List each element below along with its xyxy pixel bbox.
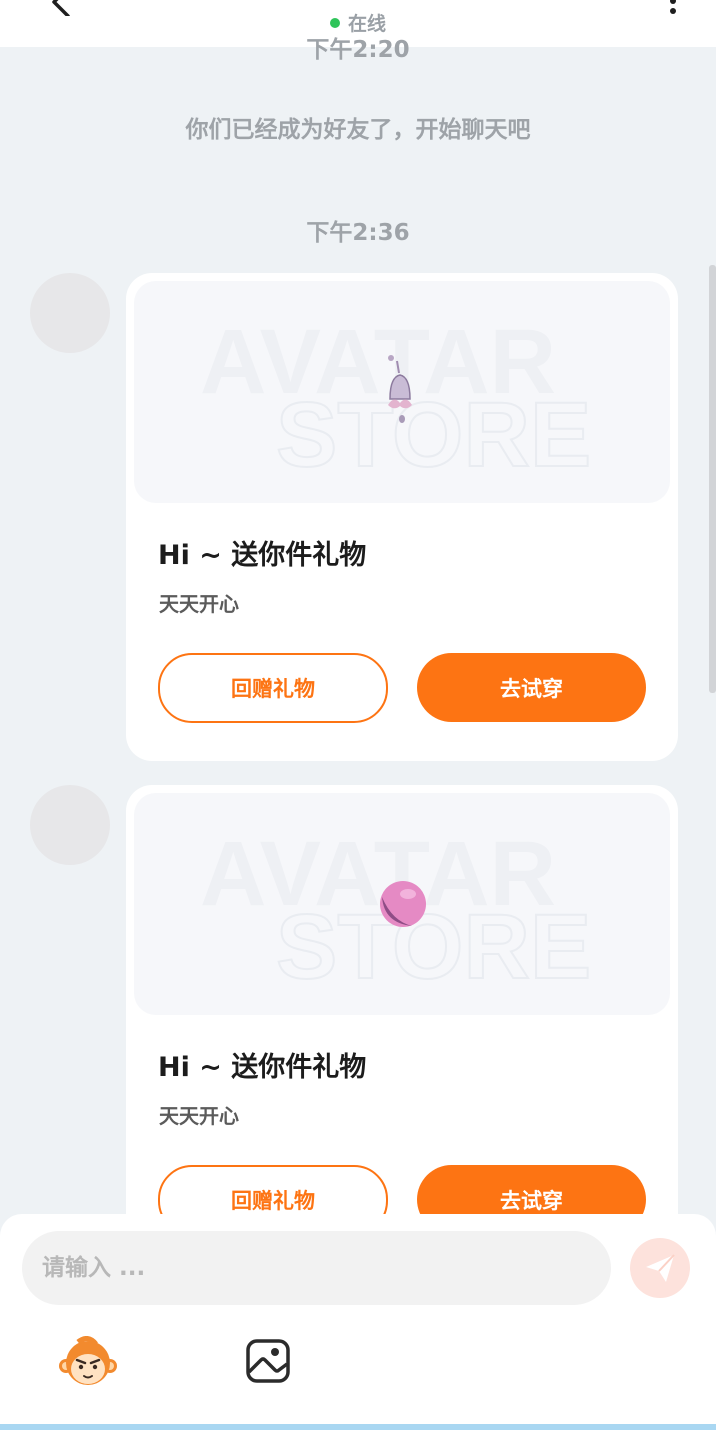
card-title: Hi ~ 送你件礼物 [158,1052,367,1083]
pink-ball-icon [380,881,426,927]
avatar[interactable] [30,273,110,353]
online-dot-icon [329,17,340,28]
card-subtitle: 天天开心 [159,1104,239,1128]
card-title: Hi ~ 送你件礼物 [158,540,367,571]
message-input[interactable] [22,1231,611,1305]
more-vertical-icon[interactable] [666,0,680,20]
composer-bar [0,1214,716,1430]
send-paper-plane-icon [646,1254,675,1282]
svg-text:STORE: STORE [276,896,591,998]
bell-charm-icon [388,355,412,423]
image-picker-icon[interactable] [245,1338,291,1384]
gift-card: AVATAR STORE Hi ~ 送你件礼物 天天开心 回赠礼物 去试穿 [126,785,678,1273]
send-button[interactable] [630,1238,690,1298]
scrollbar[interactable] [709,265,716,693]
svg-text:STORE: STORE [276,384,591,486]
timestamp: 下午2:36 [306,220,410,246]
gift-image[interactable]: AVATAR STORE [134,281,670,503]
timestamp-clipped: 下午2:20 [306,37,410,63]
card-subtitle: 天天开心 [159,592,239,616]
try-on-button[interactable]: 去试穿 [417,653,646,722]
return-gift-button[interactable]: 回赠礼物 [158,653,388,723]
avatar[interactable] [30,785,110,865]
gift-image[interactable]: AVATAR STORE [134,793,670,1015]
system-nav-strip [0,1424,716,1430]
gift-card: AVATAR STORE Hi ~ 送你件礼物 天天开心 回赠礼物 去试穿 [126,273,678,761]
system-message: 你们已经成为好友了，开始聊天吧 [185,117,531,143]
monkey-emoji-icon[interactable] [58,1336,118,1388]
